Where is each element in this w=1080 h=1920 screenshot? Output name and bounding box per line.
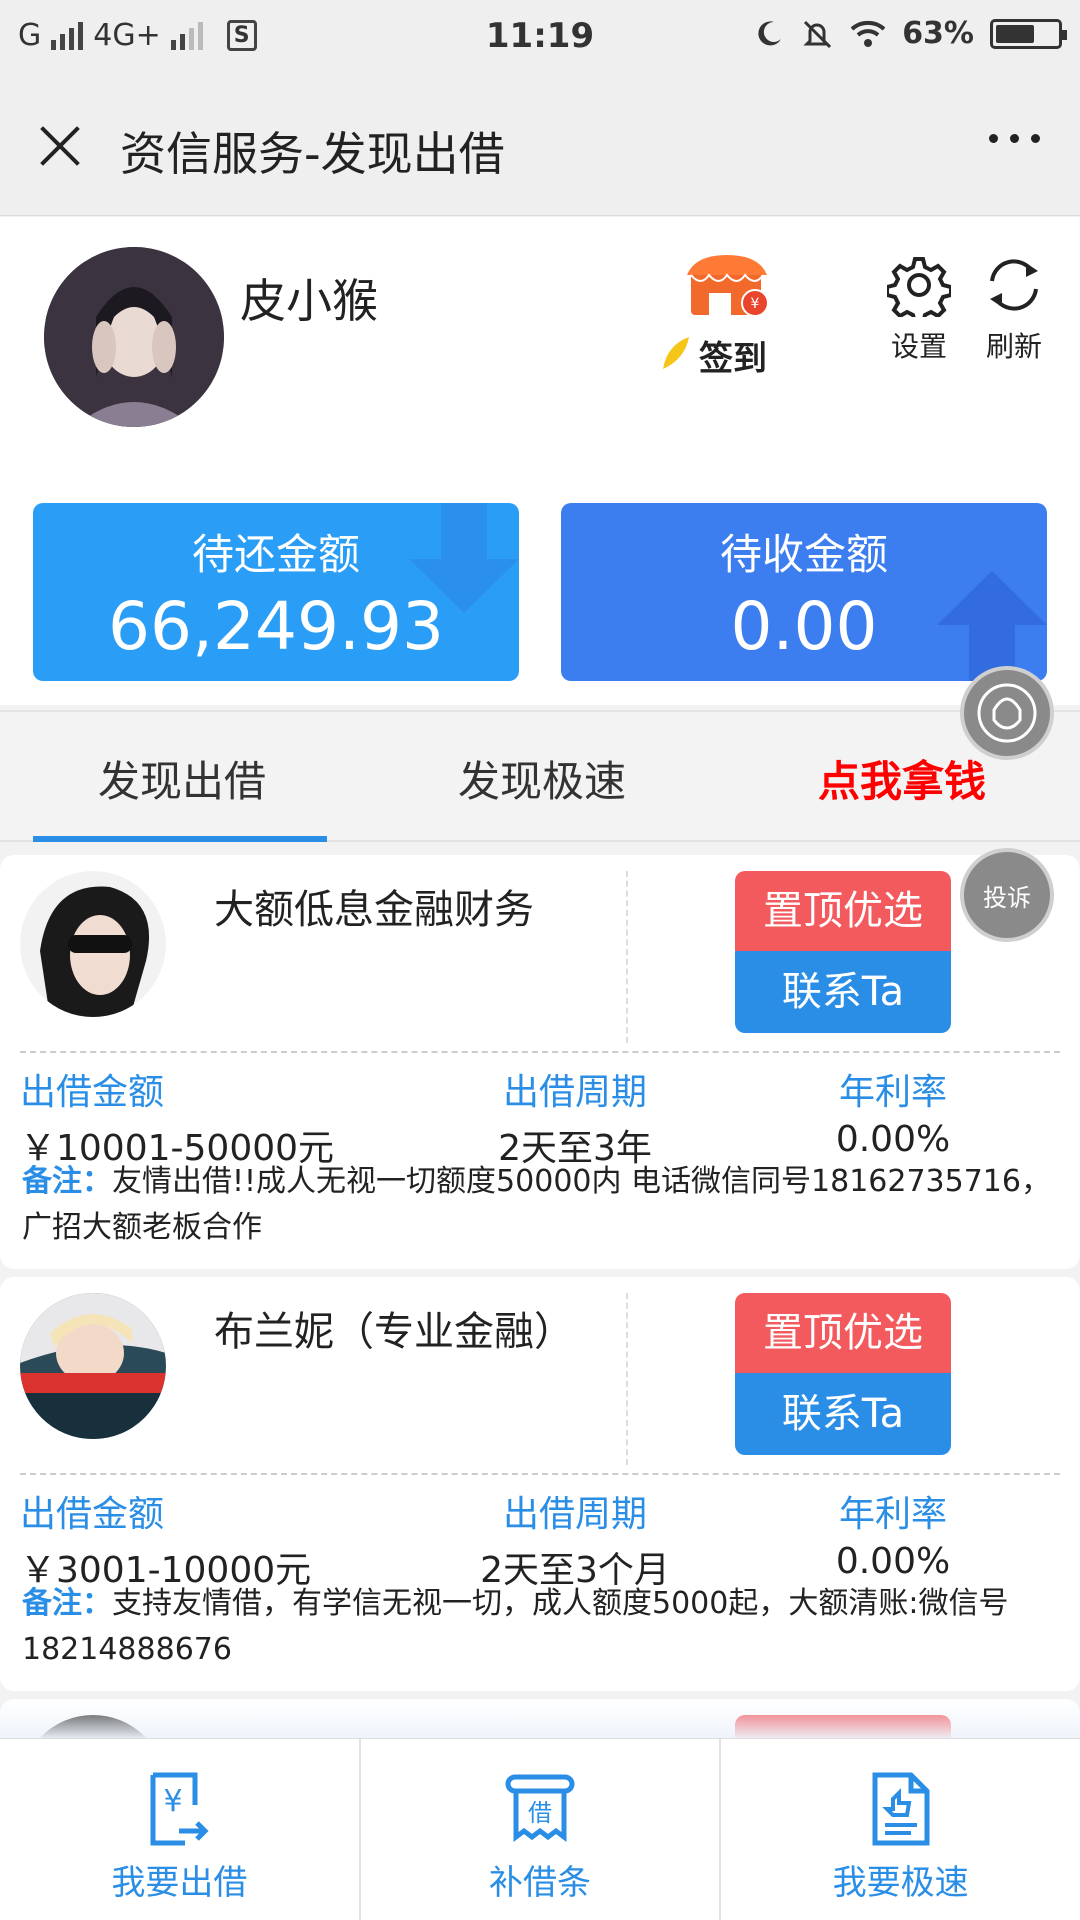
lend-amount-label: 出借金额 [20, 1494, 165, 1535]
tab-bar: 发现出借 发现极速 点我拿钱 [0, 710, 1080, 842]
battery-icon [990, 18, 1067, 49]
nav-fast[interactable]: 我要极速 [721, 1739, 1080, 1920]
svg-text:借: 借 [528, 1799, 552, 1827]
listing-actions: 置顶优选 联系Ta [735, 1293, 951, 1455]
receive-value: 0.00 [730, 588, 878, 665]
gear-icon [887, 257, 951, 317]
receive-amount-card[interactable]: 待收金额 0.00 [561, 503, 1047, 681]
moon-icon [758, 20, 782, 45]
settings-button[interactable]: 设置 [874, 253, 964, 365]
listing-name: 布兰妮（专业金融） [214, 1309, 574, 1355]
listing-avatar [20, 871, 166, 1017]
iou-icon: 借 [505, 1774, 575, 1842]
settings-label: 设置 [890, 330, 947, 363]
bottom-fade [0, 1700, 1080, 1740]
lend-period-label: 出借周期 [502, 1072, 647, 1113]
lend-period-label: 出借周期 [502, 1494, 647, 1535]
checkin-label: 签到 [699, 339, 767, 379]
top-featured-button[interactable]: 置顶优选 [735, 1293, 951, 1373]
listing-name: 大额低息金融财务 [214, 887, 534, 933]
user-avatar[interactable] [44, 247, 224, 427]
tab-get-money[interactable]: 点我拿钱 [818, 748, 986, 809]
divider [626, 1293, 628, 1465]
lend-amount-value: ￥10001-50000元 [20, 1128, 335, 1169]
lend-icon: ¥ [150, 1772, 209, 1846]
bottom-nav: ¥ 我要出借 借 补借条 我要极速 [0, 1738, 1080, 1920]
lend-period: 出借周期 2天至3年 [470, 1063, 680, 1171]
refresh-button[interactable]: 刷新 [969, 253, 1059, 365]
note-text: 友情出借!!成人无视一切额度50000内 电话微信同号18162735716，广… [22, 1164, 1051, 1245]
listing-note: 备注：支持友情借，有学信无视一切，成人额度5000起，大额清账:微信号18214… [0, 1581, 1080, 1691]
fast-icon [872, 1772, 930, 1846]
receive-label: 待收金额 [719, 530, 888, 579]
refresh-icon [990, 259, 1038, 311]
lend-amount: 出借金额 ￥10001-50000元 [20, 1063, 334, 1171]
status-right: 63% [754, 16, 1067, 51]
tab-discover-lend[interactable]: 发现出借 [98, 748, 266, 809]
avatar-image [44, 247, 224, 427]
svg-text:¥: ¥ [751, 296, 760, 312]
avatar-image [20, 1293, 166, 1439]
chat-icon [977, 683, 1037, 743]
nav-iou[interactable]: 借 补借条 [361, 1739, 722, 1920]
nav-iou-label: 补借条 [489, 1863, 591, 1903]
complain-label: 投诉 [983, 883, 1031, 912]
nav-lend-label: 我要出借 [111, 1863, 248, 1903]
annual-rate: 年利率 0.00% [808, 1485, 978, 1582]
mute-icon [803, 20, 832, 48]
annual-rate-value: 0.00% [835, 1541, 951, 1582]
checkin-button[interactable]: ¥ 签到 [655, 253, 785, 379]
page-title: 资信服务-发现出借 [120, 127, 505, 181]
contact-button[interactable]: 联系Ta [735, 951, 951, 1033]
listing-note: 备注：友情出借!!成人无视一切额度50000内 电话微信同号1816273571… [0, 1159, 1080, 1269]
lend-amount-label: 出借金额 [20, 1072, 165, 1113]
user-name: 皮小猴 [240, 274, 378, 328]
annual-rate-value: 0.00% [835, 1119, 951, 1160]
contact-button[interactable]: 联系Ta [735, 1373, 951, 1455]
status-bar: G 4G+ S 11:19 63% [0, 0, 1080, 74]
leaf-icon [663, 337, 689, 369]
tab-discover-fast[interactable]: 发现极速 [458, 748, 626, 809]
lend-amount: 出借金额 ￥3001-10000元 [20, 1485, 311, 1593]
repay-amount-card[interactable]: 待还金额 66,249.93 [33, 503, 519, 681]
nav-lend[interactable]: ¥ 我要出借 [0, 1739, 361, 1920]
title-bar: 资信服务-发现出借 [0, 74, 1080, 216]
note-text: 支持友情借，有学信无视一切，成人额度5000起，大额清账:微信号18214888… [22, 1586, 1009, 1667]
annual-rate-label: 年利率 [838, 1494, 947, 1535]
top-featured-button[interactable]: 置顶优选 [735, 871, 951, 951]
wifi-icon [850, 20, 886, 47]
listing-list: 大额低息金融财务 置顶优选 联系Ta 出借金额 ￥10001-50000元 出借… [0, 855, 1080, 1861]
more-icon[interactable] [989, 134, 1040, 143]
repay-value: 66,249.93 [108, 588, 444, 665]
listing-card: 大额低息金融财务 置顶优选 联系Ta 出借金额 ￥10001-50000元 出借… [0, 855, 1080, 1269]
customer-service-button[interactable] [960, 666, 1054, 760]
profile-section: 皮小猴 ¥ 签到 设置 刷新 待还金额 66,249.93 待收金额 0.00 [0, 217, 1080, 705]
divider [626, 871, 628, 1043]
annual-rate-label: 年利率 [838, 1072, 947, 1113]
battery-percent: 63% [902, 16, 974, 51]
close-icon[interactable] [30, 116, 90, 176]
svg-text:¥: ¥ [164, 1784, 183, 1819]
refresh-label: 刷新 [985, 330, 1042, 363]
listing-actions: 置顶优选 联系Ta [735, 871, 951, 1033]
nav-fast-label: 我要极速 [832, 1863, 969, 1903]
lend-period: 出借周期 2天至3个月 [470, 1485, 680, 1593]
listing-avatar [20, 1293, 166, 1439]
avatar-image [20, 871, 166, 1017]
shop-icon: ¥ [687, 255, 769, 317]
complain-button[interactable]: 投诉 [960, 848, 1054, 942]
annual-rate: 年利率 0.00% [808, 1063, 978, 1160]
lend-period-value: 2天至3年 [498, 1128, 652, 1169]
repay-label: 待还金额 [191, 530, 360, 579]
active-tab-indicator [33, 836, 327, 842]
lend-amount-value: ￥3001-10000元 [20, 1550, 312, 1591]
lend-period-value: 2天至3个月 [480, 1550, 670, 1591]
listing-card: 布兰妮（专业金融） 置顶优选 联系Ta 出借金额 ￥3001-10000元 出借… [0, 1277, 1080, 1691]
